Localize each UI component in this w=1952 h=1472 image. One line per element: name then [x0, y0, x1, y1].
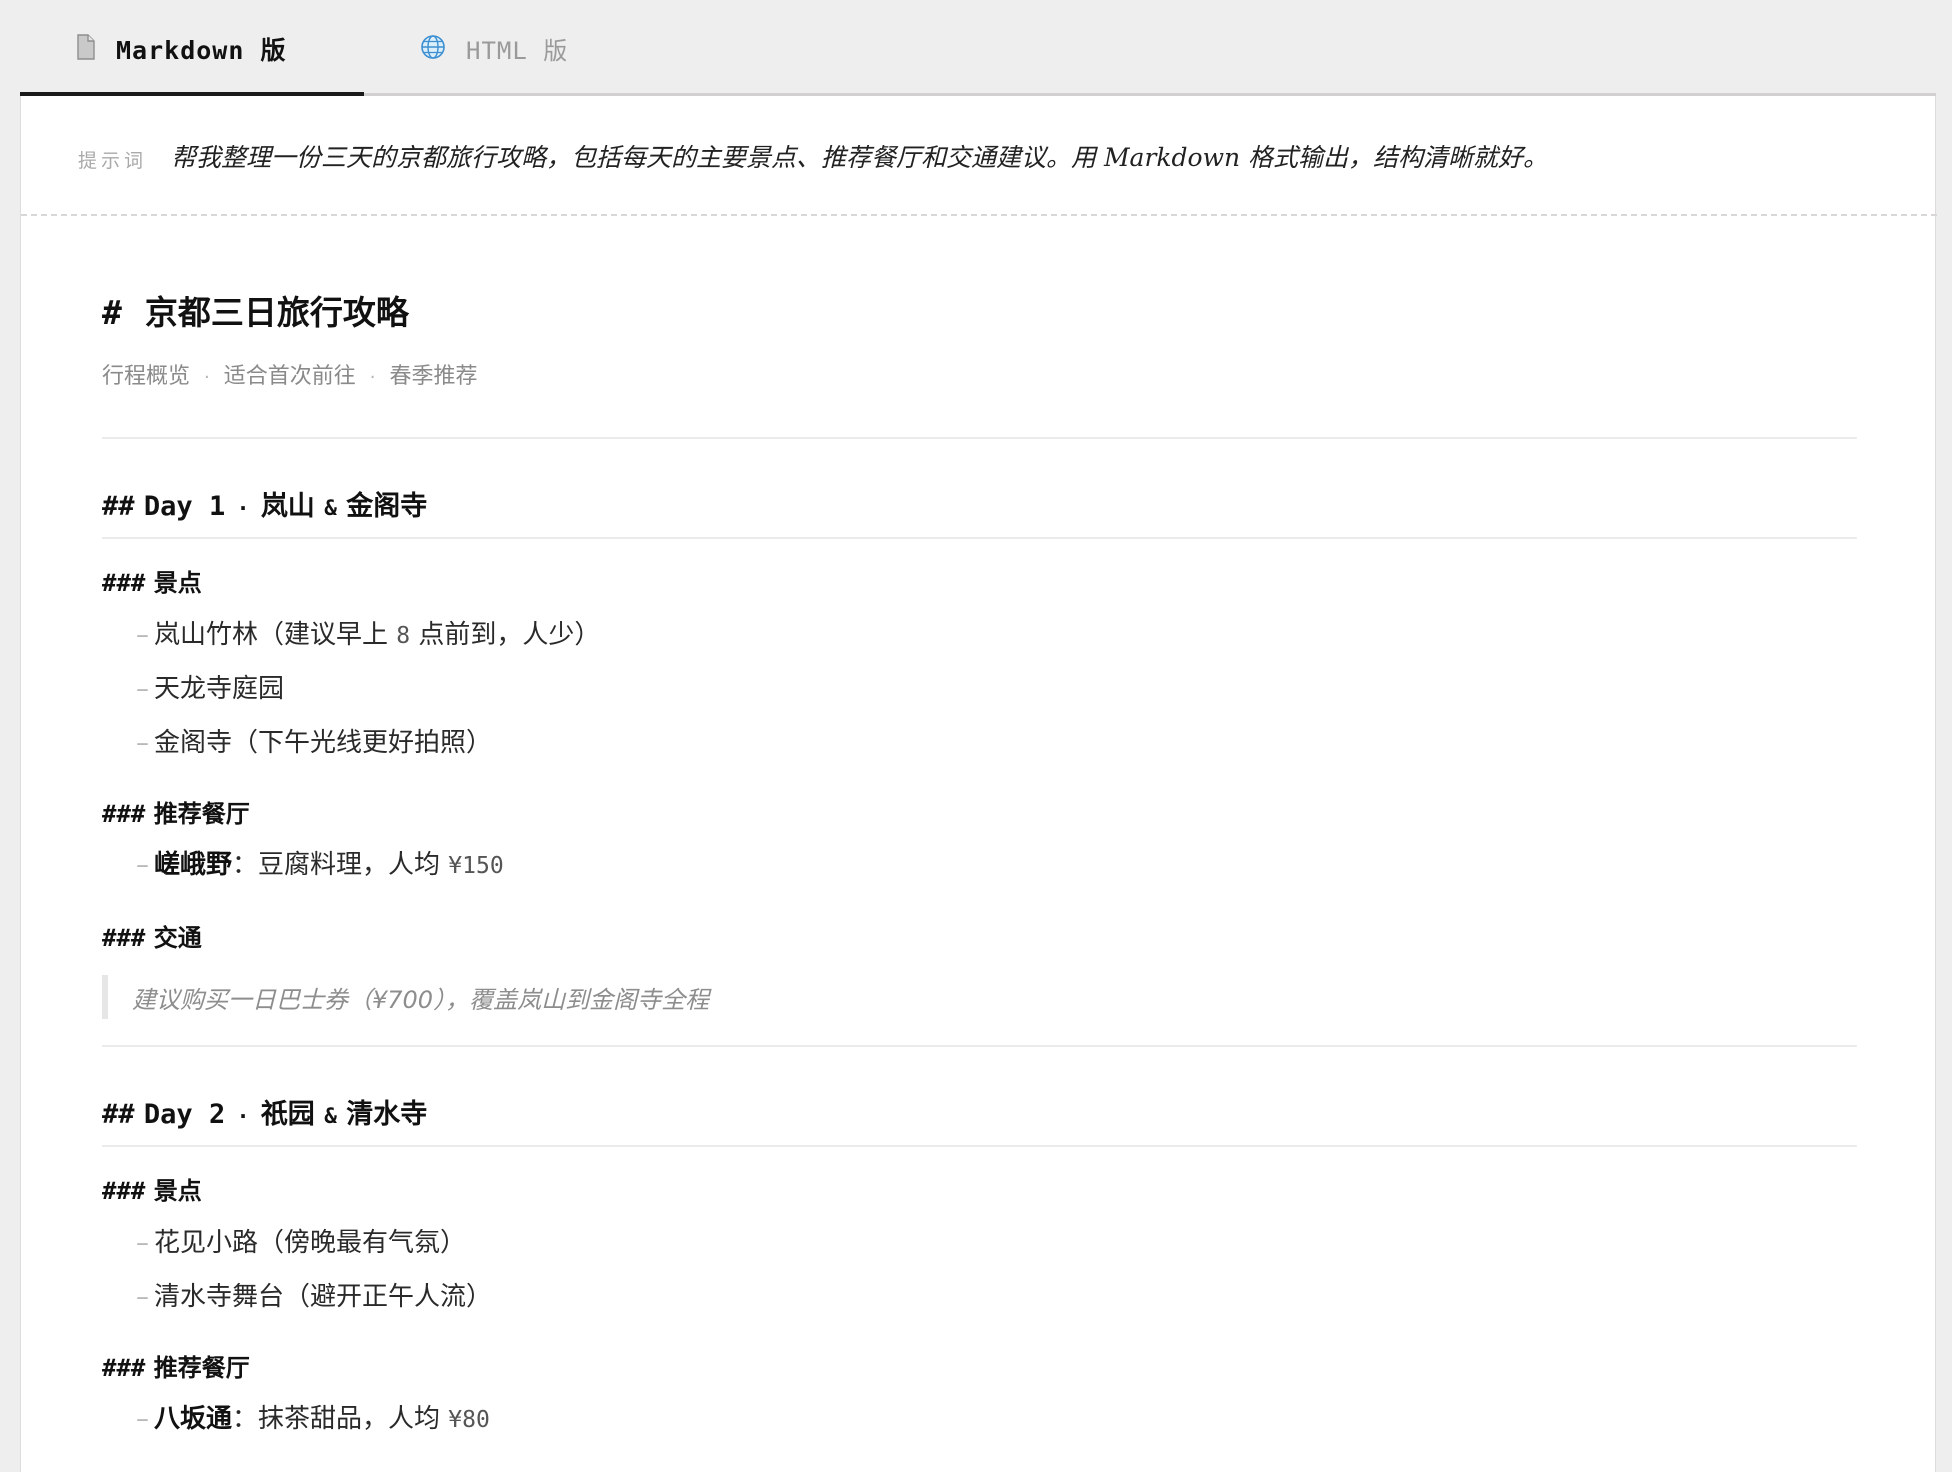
tab-markdown-label: Markdown 版: [116, 35, 287, 65]
place-name: 金阁寺: [346, 491, 428, 522]
list-mark: –: [136, 1228, 149, 1258]
doc-title: # 京都三日旅行攻略: [102, 286, 409, 334]
place-name: 岚山: [260, 491, 315, 522]
list-text: 岚山竹林（建议早上: [154, 620, 397, 650]
list-item: – 嵯峨野：豆腐料理，人均 ¥150: [102, 844, 504, 881]
h1-mark: #: [102, 293, 122, 332]
list-text: 金阁寺（下午光线更好拍照）: [154, 728, 493, 758]
tab-html[interactable]: HTML 版: [420, 0, 568, 97]
heading-separator: ·: [239, 496, 247, 520]
tab-markdown[interactable]: Markdown 版: [20, 0, 364, 97]
day1-heading: ## Day 1 · 岚山 & 金阁寺: [102, 484, 427, 523]
transport-quote: 建议购买一日巴士券（¥700），覆盖岚山到金阁寺全程: [102, 975, 709, 1019]
heading-underline: [102, 537, 1857, 539]
prompt-label: 提示词: [78, 150, 148, 172]
transport-heading-text: 交通: [153, 924, 202, 952]
heading-separator: ·: [239, 1104, 247, 1128]
place-name: 祇园: [260, 1099, 315, 1130]
day1-food-heading: ### 推荐餐厅: [102, 794, 250, 829]
meta-tag: 适合首次前往: [223, 364, 356, 389]
restaurant-price: ¥150: [448, 853, 504, 879]
list-item: – 岚山竹林（建议早上 8 点前到，人少）: [102, 614, 600, 651]
list-mark: –: [136, 1282, 149, 1312]
markdown-panel: 提示词 帮我整理一份三天的京都旅行攻略，包括每天的主要景点、推荐餐厅和交通建议。…: [20, 96, 1937, 1472]
list-item: – 金阁寺（下午光线更好拍照）: [102, 722, 492, 759]
list-mark: –: [136, 620, 149, 650]
list-item: – 天龙寺庭园: [102, 668, 284, 705]
sights-heading-text: 景点: [153, 569, 202, 597]
h3-mark: ###: [102, 924, 146, 952]
sights-heading-text: 景点: [153, 1177, 202, 1205]
list-mark: –: [136, 1404, 149, 1434]
day1-transport-heading: ### 交通: [102, 918, 202, 953]
day2-food-heading: ### 推荐餐厅: [102, 1348, 250, 1383]
day2-sights-heading: ### 景点: [102, 1171, 202, 1206]
heading-underline: [102, 1145, 1857, 1147]
place-name: 清水寺: [346, 1099, 428, 1130]
list-mark: –: [136, 850, 149, 880]
list-text: 花见小路（傍晚最有气氛）: [154, 1228, 467, 1258]
day-label: Day 2: [143, 1099, 226, 1130]
doc-title-text: 京都三日旅行攻略: [144, 293, 409, 332]
restaurant-desc: ：豆腐料理，人均: [232, 850, 449, 880]
prompt-text: 帮我整理一份三天的京都旅行攻略，包括每天的主要景点、推荐餐厅和交通建议。用 Ma…: [171, 143, 1549, 172]
list-text: 点前到，人少）: [410, 620, 601, 650]
doc-meta: 行程概览 · 适合首次前往 · 春季推荐: [102, 358, 478, 390]
section-divider: [102, 1045, 1857, 1047]
document-icon: [76, 33, 96, 64]
h3-mark: ###: [102, 800, 146, 828]
h3-mark: ###: [102, 1177, 146, 1205]
tab-bar: Markdown 版 HTML 版: [0, 0, 1952, 97]
day2-heading: ## Day 2 · 祇园 & 清水寺: [102, 1092, 427, 1131]
list-item: – 花见小路（傍晚最有气氛）: [102, 1222, 466, 1259]
h3-mark: ###: [102, 1354, 146, 1382]
list-item: – 八坂通：抹茶甜品，人均 ¥80: [102, 1398, 490, 1435]
globe-icon: [420, 34, 446, 64]
day-label: Day 1: [143, 491, 226, 522]
food-heading-text: 推荐餐厅: [153, 1354, 250, 1382]
h2-mark: ##: [102, 1099, 135, 1130]
restaurant-price: ¥80: [448, 1407, 490, 1433]
ampersand: &: [324, 1104, 337, 1128]
restaurant-desc: ：抹茶甜品，人均: [232, 1404, 449, 1434]
restaurant-name: 嵯峨野: [154, 850, 233, 880]
restaurant-name: 八坂通: [154, 1404, 233, 1434]
meta-separator: ·: [204, 367, 210, 388]
h3-mark: ###: [102, 569, 146, 597]
list-text: 天龙寺庭园: [154, 674, 285, 704]
meta-tag: 行程概览: [102, 364, 191, 389]
list-number: 8: [396, 623, 411, 649]
meta-tag: 春季推荐: [389, 364, 478, 389]
day1-sights-heading: ### 景点: [102, 563, 202, 598]
meta-separator: ·: [369, 367, 376, 388]
h2-mark: ##: [102, 491, 135, 522]
food-heading-text: 推荐餐厅: [153, 800, 250, 828]
section-divider: [102, 437, 1857, 439]
list-mark: –: [136, 674, 149, 704]
list-mark: –: [136, 728, 149, 758]
list-text: 清水寺舞台（避开正午人流）: [154, 1282, 493, 1312]
list-item: – 清水寺舞台（避开正午人流）: [102, 1276, 492, 1313]
ampersand: &: [324, 496, 337, 520]
prompt-bar: 提示词 帮我整理一份三天的京都旅行攻略，包括每天的主要景点、推荐餐厅和交通建议。…: [21, 96, 1937, 216]
tab-html-label: HTML 版: [466, 37, 569, 65]
